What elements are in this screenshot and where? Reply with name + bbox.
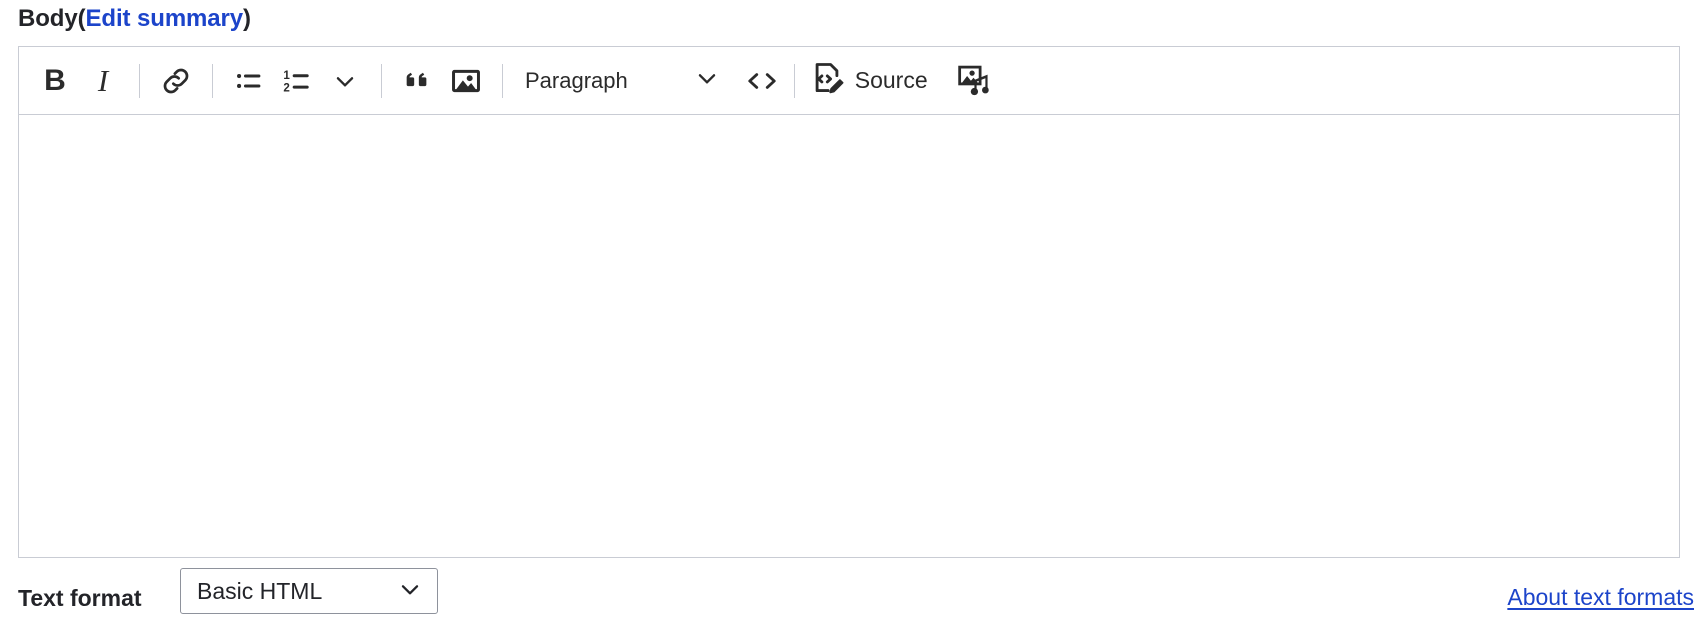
insert-media-button[interactable] [950,57,1000,105]
toolbar-separator-3 [381,63,382,98]
toolbar-separator-5 [793,63,795,98]
edit-summary-link[interactable]: Edit summary [86,5,244,32]
svg-text:1: 1 [283,69,290,82]
code-icon [744,67,780,95]
toolbar-separator-4 [502,63,503,98]
source-button-label: Source [854,67,928,93]
numbered-list-button[interactable]: 1 2 [273,57,321,105]
media-icon [956,62,994,100]
text-format-select[interactable]: Basic HTML [180,568,438,614]
italic-button[interactable]: I [79,57,127,105]
source-icon [809,60,845,101]
link-button[interactable] [152,57,200,105]
heading-dropdown[interactable]: Paragraph [515,57,724,105]
ckeditor-container: B I 1 2 Paragraph Source [18,46,1680,558]
bold-button[interactable]: B [31,57,79,105]
heading-dropdown-value: Paragraph [525,67,628,93]
link-icon [159,64,193,98]
block-quote-button[interactable] [394,57,442,105]
list-options-dropdown-button[interactable] [321,57,369,105]
chevron-down-icon [397,576,423,607]
editor-toolbar: B I 1 2 Paragraph Source [19,47,1679,115]
bulleted-list-icon [232,64,266,98]
toolbar-separator-2 [212,63,213,98]
chevron-down-icon [332,68,358,94]
source-button[interactable]: Source [803,57,934,105]
bulleted-list-button[interactable] [225,57,273,105]
body-editable-area[interactable] [19,115,1679,556]
insert-image-button[interactable] [442,57,490,105]
field-label-text: Body [18,5,78,32]
text-format-row: Text format Basic HTML About text format… [0,568,1708,636]
text-format-label: Text format [18,585,142,611]
about-text-formats-link[interactable]: About text formats [1507,584,1694,611]
numbered-list-icon: 1 2 [280,64,314,98]
image-icon [449,64,483,98]
chevron-down-icon [694,65,720,96]
field-label: Body(Edit summary) [18,5,251,33]
body-field-widget: Body(Edit summary) B I 1 2 Paragraph Sou… [0,0,1708,636]
bold-icon: B [44,63,66,97]
text-format-select-value: Basic HTML [197,577,323,604]
toolbar-separator-1 [139,63,140,98]
italic-icon: I [97,63,109,98]
code-button[interactable] [738,57,786,105]
svg-text:2: 2 [283,81,289,94]
close-paren: ) [243,5,251,32]
open-paren: ( [77,5,86,32]
block-quote-icon [401,64,435,98]
